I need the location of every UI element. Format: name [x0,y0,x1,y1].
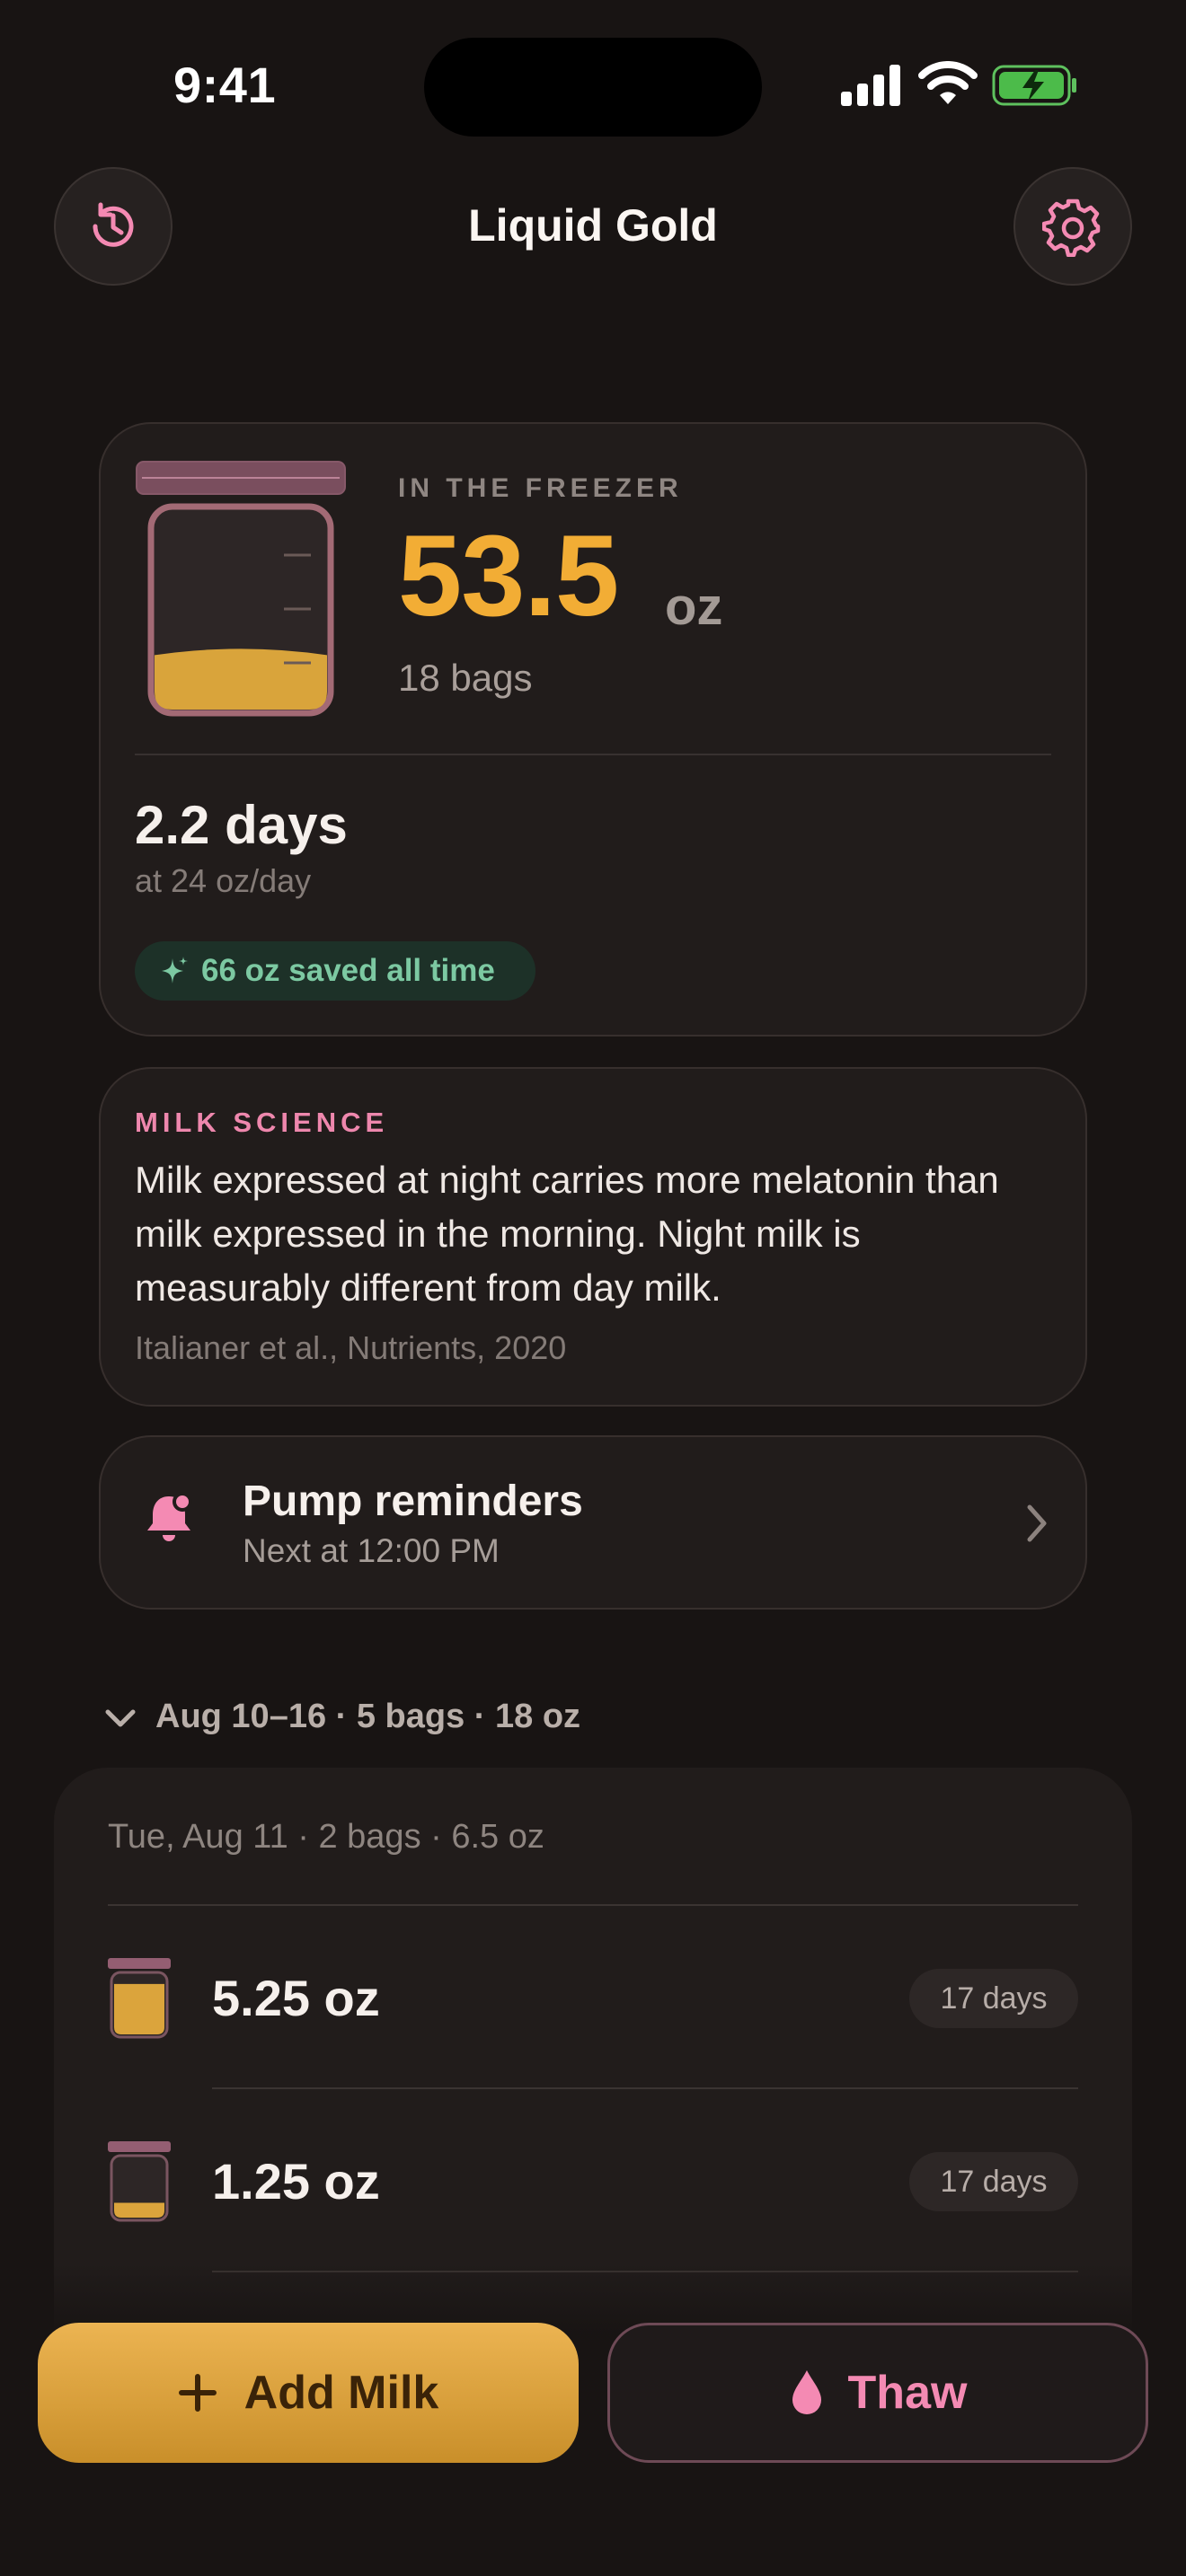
science-label: MILK SCIENCE [135,1107,389,1138]
status-time: 9:41 [173,57,277,113]
reminder-next-time: Next at 12:00 PM [243,1532,500,1569]
milk-jar-icon [136,461,346,717]
milk-bag-icon [108,1958,171,2039]
day-group-header: Tue, Aug 11 · 2 bags · 6.5 oz [108,1818,544,1856]
wifi-icon [918,61,978,104]
divider [135,754,1051,755]
week-group-header[interactable]: Aug 10–16 · 5 bags · 18 oz [155,1698,580,1736]
history-clock-icon [93,202,134,247]
bag-amount: 1.25 oz [212,2153,380,2210]
days-supply: 2.2 days [135,795,348,855]
dynamic-island [424,38,762,137]
bag-age-badge: 17 days [909,1969,1078,2028]
saved-text: 66 oz saved all time [201,953,495,988]
reminder-title: Pump reminders [243,1478,583,1525]
chevron-down-icon[interactable] [102,1705,138,1732]
milk-bag-icon [108,2141,171,2222]
saved-badge: 66 oz saved all time [135,941,535,1001]
freezer-unit: oz [665,578,723,636]
science-fact: Milk expressed at night carries more mel… [135,1159,999,1309]
battery-charging-icon [992,65,1076,106]
science-citation: Italianer et al., Nutrients, 2020 [135,1329,567,1366]
history-button[interactable] [54,167,173,286]
add-milk-label: Add Milk [243,2367,439,2419]
plus-icon [178,2374,217,2412]
gear-icon [1042,198,1101,257]
freezer-label: IN THE FREEZER [398,473,683,503]
add-milk-button[interactable]: Add Milk [38,2323,579,2463]
thaw-label: Thaw [847,2367,968,2419]
divider [212,2087,1078,2089]
page-title: Liquid Gold [468,200,718,251]
chevron-right-icon [1027,1504,1047,1542]
droplet-icon [792,2370,821,2414]
divider [108,1904,1078,1906]
bag-amount: 5.25 oz [212,1970,380,2026]
settings-button[interactable] [1013,167,1132,286]
sparkle-icon [162,957,188,984]
bag-age-badge: 17 days [909,2152,1078,2211]
freezer-bag-count: 18 bags [398,657,533,699]
daily-rate: at 24 oz/day [135,862,312,899]
thaw-button[interactable]: Thaw [607,2323,1148,2463]
freezer-amount: 53.5 [398,512,619,640]
bell-icon [147,1492,192,1541]
cellular-signal-icon [841,65,900,106]
